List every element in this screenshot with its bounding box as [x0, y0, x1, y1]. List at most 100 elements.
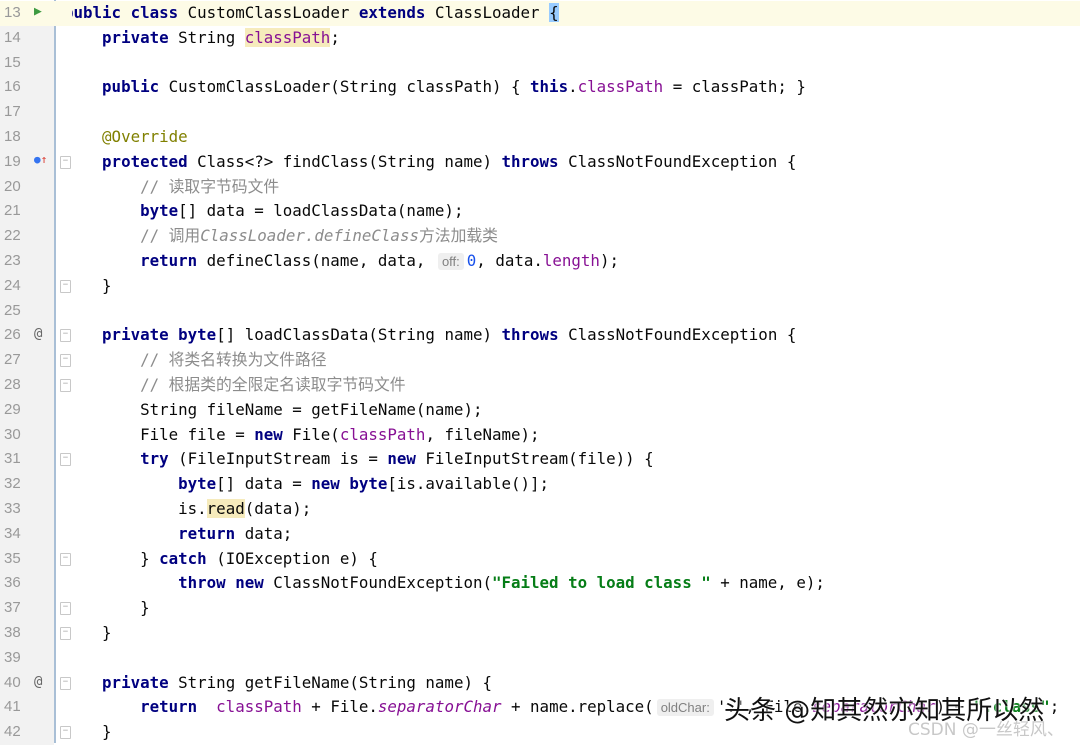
watermark-csdn: CSDN @一丝轻风、 — [908, 720, 1064, 740]
line-number[interactable]: 23 — [4, 252, 21, 269]
gutter: 14 — [0, 25, 54, 51]
code-text: protected Class<?> findClass(String name… — [72, 150, 1080, 175]
code-line[interactable]: 19 ●↑ − protected Class<?> findClass(Strin… — [0, 149, 1080, 175]
line-number[interactable]: 42 — [4, 723, 21, 740]
gutter: 41 — [0, 695, 54, 721]
code-line[interactable]: 18 @Override — [0, 125, 1080, 150]
code-line[interactable]: 30 File file = new File(classPath, fileN… — [0, 422, 1080, 448]
fold-open-icon[interactable]: − — [60, 155, 71, 169]
code-token: catch — [159, 548, 217, 568]
line-number[interactable]: 20 — [4, 178, 21, 195]
fold-close-icon[interactable]: − — [60, 627, 71, 640]
code-line[interactable]: 22 // 调用ClassLoader.defineClass方法加载类 — [0, 224, 1080, 249]
overrides-method-icon[interactable]: ●↑ — [34, 153, 47, 166]
line-number[interactable]: 13 — [4, 4, 21, 21]
run-icon[interactable]: ▶ — [34, 4, 42, 19]
code-token: new — [387, 449, 426, 469]
code-line[interactable]: 28 − // 根据类的全限定名读取字节码文件 — [0, 373, 1080, 398]
code-line[interactable]: 39 — [0, 645, 1080, 671]
code-line[interactable]: 38 − } — [0, 621, 1080, 646]
code-line[interactable]: 21 byte[] data = loadClassData(name); — [0, 199, 1080, 225]
code-line[interactable]: 33 is.read(data); — [0, 497, 1080, 522]
code-line[interactable]: 34 return data; — [0, 521, 1080, 547]
annotation-at-icon[interactable]: @ — [34, 326, 42, 342]
code-token: extends — [358, 3, 435, 22]
code-editor[interactable]: 13 ▶ public class CustomClassLoader extend… — [0, 0, 1080, 745]
code-line[interactable]: 35 − } catch (IOException e) { — [0, 546, 1080, 572]
fold-open-icon[interactable]: − — [60, 676, 71, 690]
line-number[interactable]: 31 — [4, 450, 21, 467]
line-number[interactable]: 28 — [4, 376, 21, 393]
fold-close-icon[interactable]: − — [60, 602, 71, 616]
code-line[interactable]: 16 public CustomClassLoader(String class… — [0, 75, 1080, 101]
code-line[interactable]: 32 byte[] data = new byte[is.available()… — [0, 472, 1080, 497]
gutter: 33 — [0, 497, 54, 522]
code-line[interactable]: 23 return defineClass(name, data, off: 0,… — [0, 249, 1080, 274]
code-token: classPath — [339, 424, 426, 444]
code-line[interactable]: 37 − } — [0, 596, 1080, 621]
line-number[interactable]: 25 — [4, 302, 21, 319]
gutter: 27 — [0, 348, 54, 373]
code-line[interactable]: 31 − try (FileInputStream is = new FileIn… — [0, 447, 1080, 473]
line-number[interactable]: 40 — [4, 674, 21, 691]
code-token: File( — [292, 424, 340, 444]
code-text: } — [72, 596, 1080, 621]
code-line[interactable]: 26 @ − private byte[] loadClassData(String… — [0, 323, 1080, 349]
line-number[interactable]: 35 — [4, 550, 21, 567]
line-number[interactable]: 22 — [4, 227, 21, 244]
line-number[interactable]: 14 — [4, 29, 21, 46]
line-number[interactable]: 26 — [4, 326, 21, 343]
code-line[interactable]: 13 ▶ public class CustomClassLoader extend… — [0, 1, 1080, 26]
line-number[interactable]: 24 — [4, 277, 21, 294]
code-token: public — [72, 77, 169, 97]
code-token: = classPath; } — [663, 77, 806, 97]
code-line[interactable]: 20 // 读取字节码文件 — [0, 174, 1080, 200]
fold-close-icon[interactable]: − — [60, 552, 71, 566]
fold-open-icon[interactable]: − — [60, 354, 71, 368]
line-number[interactable]: 27 — [4, 351, 21, 368]
line-number[interactable]: 16 — [4, 78, 21, 95]
code-token: { — [549, 3, 559, 22]
code-line[interactable]: 25 — [0, 298, 1080, 324]
line-number[interactable]: 36 — [4, 574, 21, 591]
code-line[interactable]: 24 − } — [0, 273, 1080, 299]
code-line[interactable]: 15 — [0, 50, 1080, 76]
line-number[interactable]: 15 — [4, 54, 21, 71]
line-number[interactable]: 39 — [4, 649, 21, 666]
annotation-at-icon[interactable]: @ — [34, 674, 42, 690]
code-line[interactable]: 29 String fileName = getFileName(name); — [0, 397, 1080, 423]
code-token: String — [178, 27, 245, 47]
line-number[interactable]: 33 — [4, 500, 21, 517]
code-line[interactable]: 27 − // 将类名转换为文件路径 — [0, 348, 1080, 373]
line-number[interactable]: 21 — [4, 202, 21, 219]
line-number[interactable]: 19 — [4, 153, 21, 170]
code-token: + name.replace( — [501, 697, 654, 717]
fold-open-icon[interactable]: − — [60, 329, 71, 343]
code-line[interactable]: 17 — [0, 100, 1080, 125]
code-text: return data; — [72, 522, 1080, 547]
line-number[interactable]: 38 — [4, 624, 21, 641]
fold-open-icon[interactable]: − — [60, 453, 71, 467]
line-number[interactable]: 18 — [4, 128, 21, 145]
line-number[interactable]: 37 — [4, 599, 21, 616]
fold-close-icon[interactable]: − — [60, 726, 71, 740]
code-text: public CustomClassLoader(String classPat… — [72, 75, 1080, 100]
code-token: throw new — [72, 573, 274, 593]
line-number[interactable]: 34 — [4, 525, 21, 542]
code-token: + name, e); — [710, 573, 825, 593]
code-token: try — [72, 449, 179, 469]
fold-close-icon[interactable]: − — [60, 379, 71, 392]
gutter: 40 @ — [0, 670, 54, 696]
line-number[interactable]: 32 — [4, 475, 21, 492]
line-number[interactable]: 30 — [4, 426, 21, 443]
gutter: 23 — [0, 249, 54, 274]
line-number[interactable]: 29 — [4, 401, 21, 418]
fold-close-icon[interactable]: − — [60, 279, 71, 293]
line-number[interactable]: 41 — [4, 698, 21, 715]
code-line[interactable]: 14 private String classPath; — [0, 25, 1080, 51]
line-number[interactable]: 17 — [4, 103, 21, 120]
code-text: try (FileInputStream is = new FileInputS… — [72, 447, 1080, 472]
code-line[interactable]: 36 throw new ClassNotFoundException("Fai… — [0, 571, 1080, 597]
